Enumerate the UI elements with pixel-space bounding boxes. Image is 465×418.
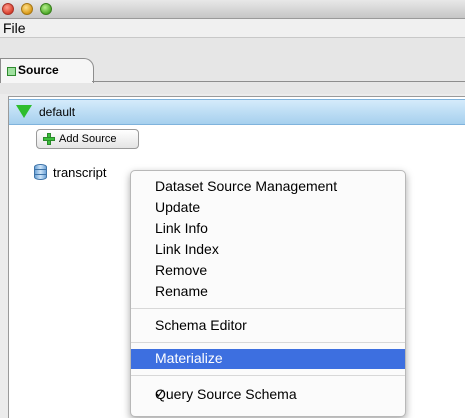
menu-bar: File [0, 19, 465, 38]
menu-item-link-info[interactable]: Link Info [131, 219, 405, 239]
menu-separator [131, 375, 405, 376]
menu-separator [131, 342, 405, 343]
add-source-label: Add Source [59, 133, 117, 145]
plus-icon [43, 133, 55, 145]
tree-node-default[interactable]: default [9, 99, 465, 125]
menu-item-rename[interactable]: Rename [131, 282, 405, 302]
menu-item-update[interactable]: Update [131, 198, 405, 218]
title-bar [0, 0, 465, 19]
menu-item-dataset-source-management[interactable]: Dataset Source Management [131, 177, 405, 197]
tree-node-default-label: default [39, 105, 76, 119]
tab-divider [92, 81, 465, 82]
tab-source[interactable]: Source [0, 58, 94, 83]
close-window-button[interactable] [2, 3, 14, 15]
menu-item-materialize[interactable]: Materialize [131, 349, 405, 369]
menu-item-link-index[interactable]: Link Index [131, 240, 405, 260]
context-menu: Dataset Source Management Update Link In… [130, 170, 406, 417]
add-source-button[interactable]: Add Source [36, 129, 139, 149]
tab-strip: Source [0, 38, 465, 94]
tab-source-label: Source [18, 63, 59, 77]
database-icon [34, 164, 47, 180]
menu-item-query-source-schema[interactable]: ✓ Query Source Schema [131, 385, 405, 405]
square-icon [7, 67, 16, 76]
expanded-triangle-icon[interactable] [16, 105, 32, 118]
zoom-window-button[interactable] [40, 3, 52, 15]
menu-separator [131, 308, 405, 309]
minimize-window-button[interactable] [21, 3, 33, 15]
tree-node-transcript[interactable]: transcript [53, 165, 106, 180]
menu-item-schema-editor[interactable]: Schema Editor [131, 316, 405, 336]
menu-file[interactable]: File [3, 20, 26, 36]
menu-item-remove[interactable]: Remove [131, 261, 405, 281]
